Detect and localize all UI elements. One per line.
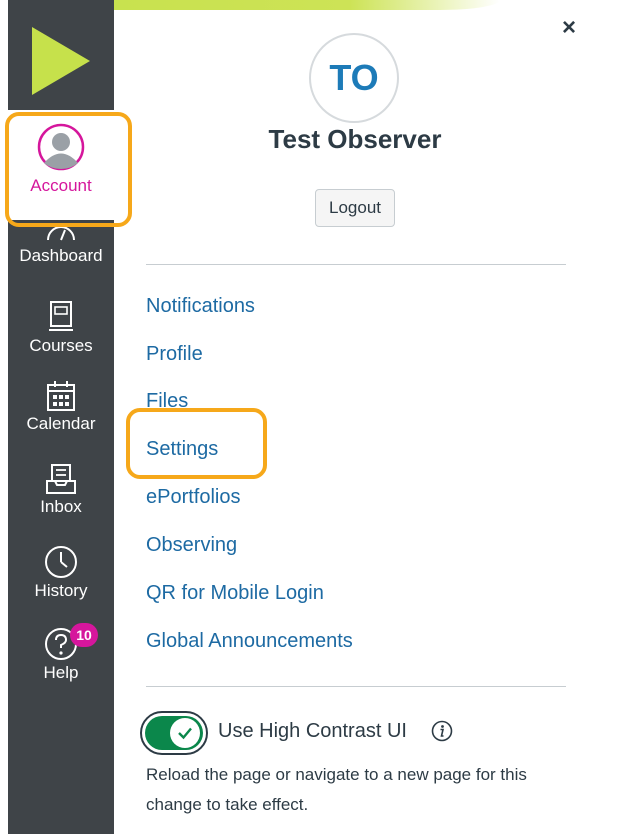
avatar: TO [309, 33, 399, 123]
sidebar-item-label: Help [43, 663, 79, 682]
sidebar-item-label: Calendar [26, 414, 96, 433]
logo[interactable] [8, 10, 114, 112]
sidebar-item-history[interactable]: History [8, 545, 114, 601]
sidebar-item-label: Account [30, 176, 92, 195]
book-icon [49, 301, 73, 331]
global-nav-sidebar: Account Dashboard Courses Calendar Inbox… [8, 0, 114, 834]
sidebar-item-help[interactable]: Help [8, 627, 114, 683]
info-icon[interactable] [431, 720, 453, 742]
calendar-icon [47, 381, 75, 411]
logout-button[interactable]: Logout [315, 189, 395, 227]
link-files[interactable]: Files [146, 389, 188, 413]
sidebar-item-label: Dashboard [19, 246, 103, 265]
sidebar-item-label: History [34, 581, 88, 600]
avatar-initials: TO [329, 57, 379, 98]
divider-bottom [146, 686, 566, 687]
sidebar-item-dashboard[interactable]: Dashboard [8, 220, 114, 266]
sidebar-item-account[interactable]: Account [8, 110, 114, 220]
sidebar-item-courses[interactable]: Courses [8, 300, 114, 356]
sidebar-item-inbox[interactable]: Inbox [8, 463, 114, 517]
toggle-track [145, 716, 203, 750]
link-observing[interactable]: Observing [146, 533, 237, 557]
play-triangle-icon [32, 27, 90, 95]
high-contrast-toggle[interactable] [140, 711, 208, 755]
check-icon [178, 727, 192, 740]
left-gutter [0, 0, 8, 834]
high-contrast-note: Reload the page or navigate to a new pag… [146, 765, 527, 814]
link-qr-mobile-login[interactable]: QR for Mobile Login [146, 581, 324, 605]
link-global-announcements[interactable]: Global Announcements [146, 629, 353, 653]
link-settings[interactable]: Settings [146, 437, 218, 461]
link-eportfolios[interactable]: ePortfolios [146, 485, 241, 509]
link-profile[interactable]: Profile [146, 342, 203, 366]
link-notifications[interactable]: Notifications [146, 294, 255, 318]
user-avatar-icon [37, 123, 85, 171]
dashboard-icon [47, 226, 75, 241]
toggle-knob [170, 718, 200, 748]
clock-icon [45, 546, 77, 578]
help-notification-badge: 10 [70, 623, 98, 647]
divider-top [146, 264, 566, 265]
sidebar-item-label: Inbox [40, 497, 82, 516]
high-contrast-label: Use High Contrast UI [218, 720, 407, 742]
close-button[interactable]: × [557, 16, 581, 40]
sidebar-item-calendar[interactable]: Calendar [8, 380, 114, 434]
user-name: Test Observer [268, 124, 442, 154]
sidebar-item-label: Courses [29, 336, 93, 355]
inbox-icon [46, 464, 76, 494]
